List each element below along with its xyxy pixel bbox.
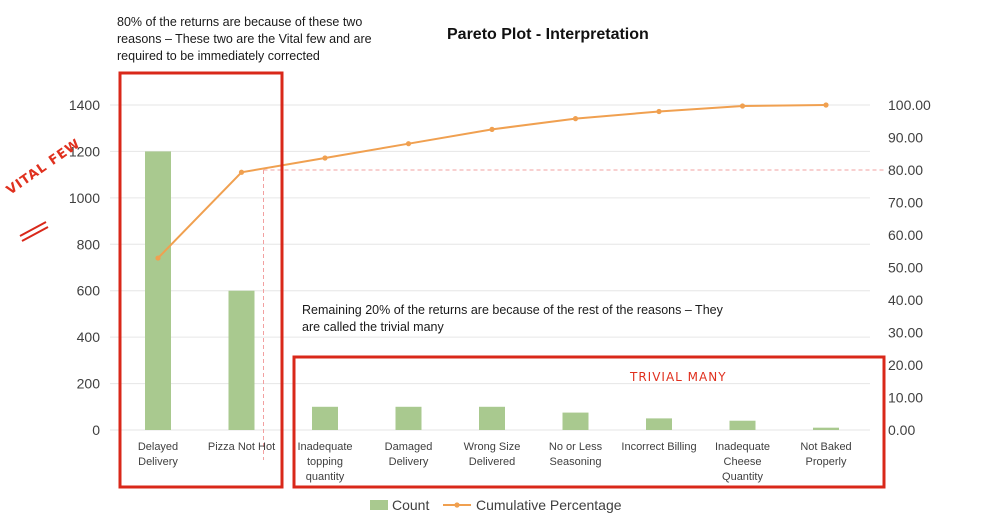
cumulative-point — [322, 155, 328, 161]
right-tick-label: 30.00 — [888, 325, 923, 341]
bar-count — [145, 151, 171, 430]
left-tick-label: 1400 — [69, 97, 100, 113]
legend-line-marker — [454, 502, 460, 508]
bar-count — [479, 406, 505, 430]
cumulative-point — [405, 141, 412, 147]
right-tick-label: 20.00 — [888, 357, 923, 373]
right-tick-label: 60.00 — [888, 227, 923, 243]
cumulative-point — [823, 102, 829, 108]
x-tick-label: Inadequate Cheese Quantity — [715, 441, 770, 483]
bar-count — [729, 420, 756, 430]
bar-count — [312, 406, 338, 430]
x-tick-label: Not Baked Properly — [800, 441, 851, 468]
right-tick-label: 10.00 — [888, 390, 923, 406]
bar-count — [813, 427, 839, 430]
handwritten-underline — [19, 221, 49, 242]
chart-title: Pareto Plot - Interpretation — [447, 26, 649, 43]
right-axis-ticks: 0.00 10.00 20.00 30.00 40.00 50.00 60.00 70.00 8… — [888, 97, 931, 438]
x-tick-label: Damaged Delivery — [385, 441, 433, 468]
cumulative-point — [739, 103, 746, 109]
cumulative-point — [155, 255, 161, 261]
legend-count-label: Count — [392, 497, 429, 513]
trivial-many-annotation: Remaining 20% of the returns are because… — [302, 303, 723, 334]
right-tick-label: 90.00 — [888, 130, 923, 146]
x-axis-labels: Delayed Delivery Pizza Not Hot Inadequate to… — [138, 441, 852, 483]
cumulative-point — [238, 169, 245, 175]
cumulative-point — [656, 108, 662, 115]
bar-count — [562, 412, 589, 430]
x-tick-label: Inadequate topping quantity — [297, 441, 352, 483]
vital-few-annotation: 80% of the returns are because of these … — [117, 15, 372, 63]
legend-cumulative-label: Cumulative Percentage — [476, 497, 622, 513]
left-tick-label: 0 — [92, 422, 100, 438]
x-tick-label: No or Less Seasoning — [549, 441, 603, 468]
x-tick-label: Delayed Delivery — [138, 441, 179, 468]
right-tick-label: 70.00 — [888, 195, 923, 211]
vital-few-box — [118, 71, 284, 489]
x-tick-label: Wrong Size Delivered — [464, 441, 521, 468]
x-tick-label: Incorrect Billing — [621, 441, 696, 453]
right-tick-label: 100.00 — [888, 97, 931, 113]
right-tick-label: 40.00 — [888, 292, 923, 308]
cumulative-line — [155, 102, 829, 261]
right-tick-label: 50.00 — [888, 260, 923, 276]
legend: Count Cumulative Percentage — [370, 497, 622, 513]
bar-count — [395, 406, 422, 430]
left-tick-label: 800 — [77, 236, 101, 252]
cumulative-point — [489, 126, 495, 132]
x-tick-label: Pizza Not Hot — [208, 441, 275, 453]
right-tick-label: 0.00 — [888, 422, 915, 438]
gridlines — [110, 104, 870, 431]
handwritten-trivial-many: TRIVIAL MANY — [630, 370, 727, 384]
left-tick-label: 400 — [77, 329, 101, 345]
cumulative-point — [572, 116, 579, 122]
right-tick-label: 80.00 — [888, 162, 923, 178]
left-tick-label: 1000 — [69, 190, 100, 206]
bar-count — [228, 290, 255, 430]
left-tick-label: 200 — [77, 376, 101, 392]
left-tick-label: 600 — [77, 283, 101, 299]
bar-count — [646, 418, 672, 430]
legend-count-swatch — [370, 500, 388, 510]
pareto-chart: 0200400600800100012001400 0.0010.0020.00… — [19, 71, 931, 513]
